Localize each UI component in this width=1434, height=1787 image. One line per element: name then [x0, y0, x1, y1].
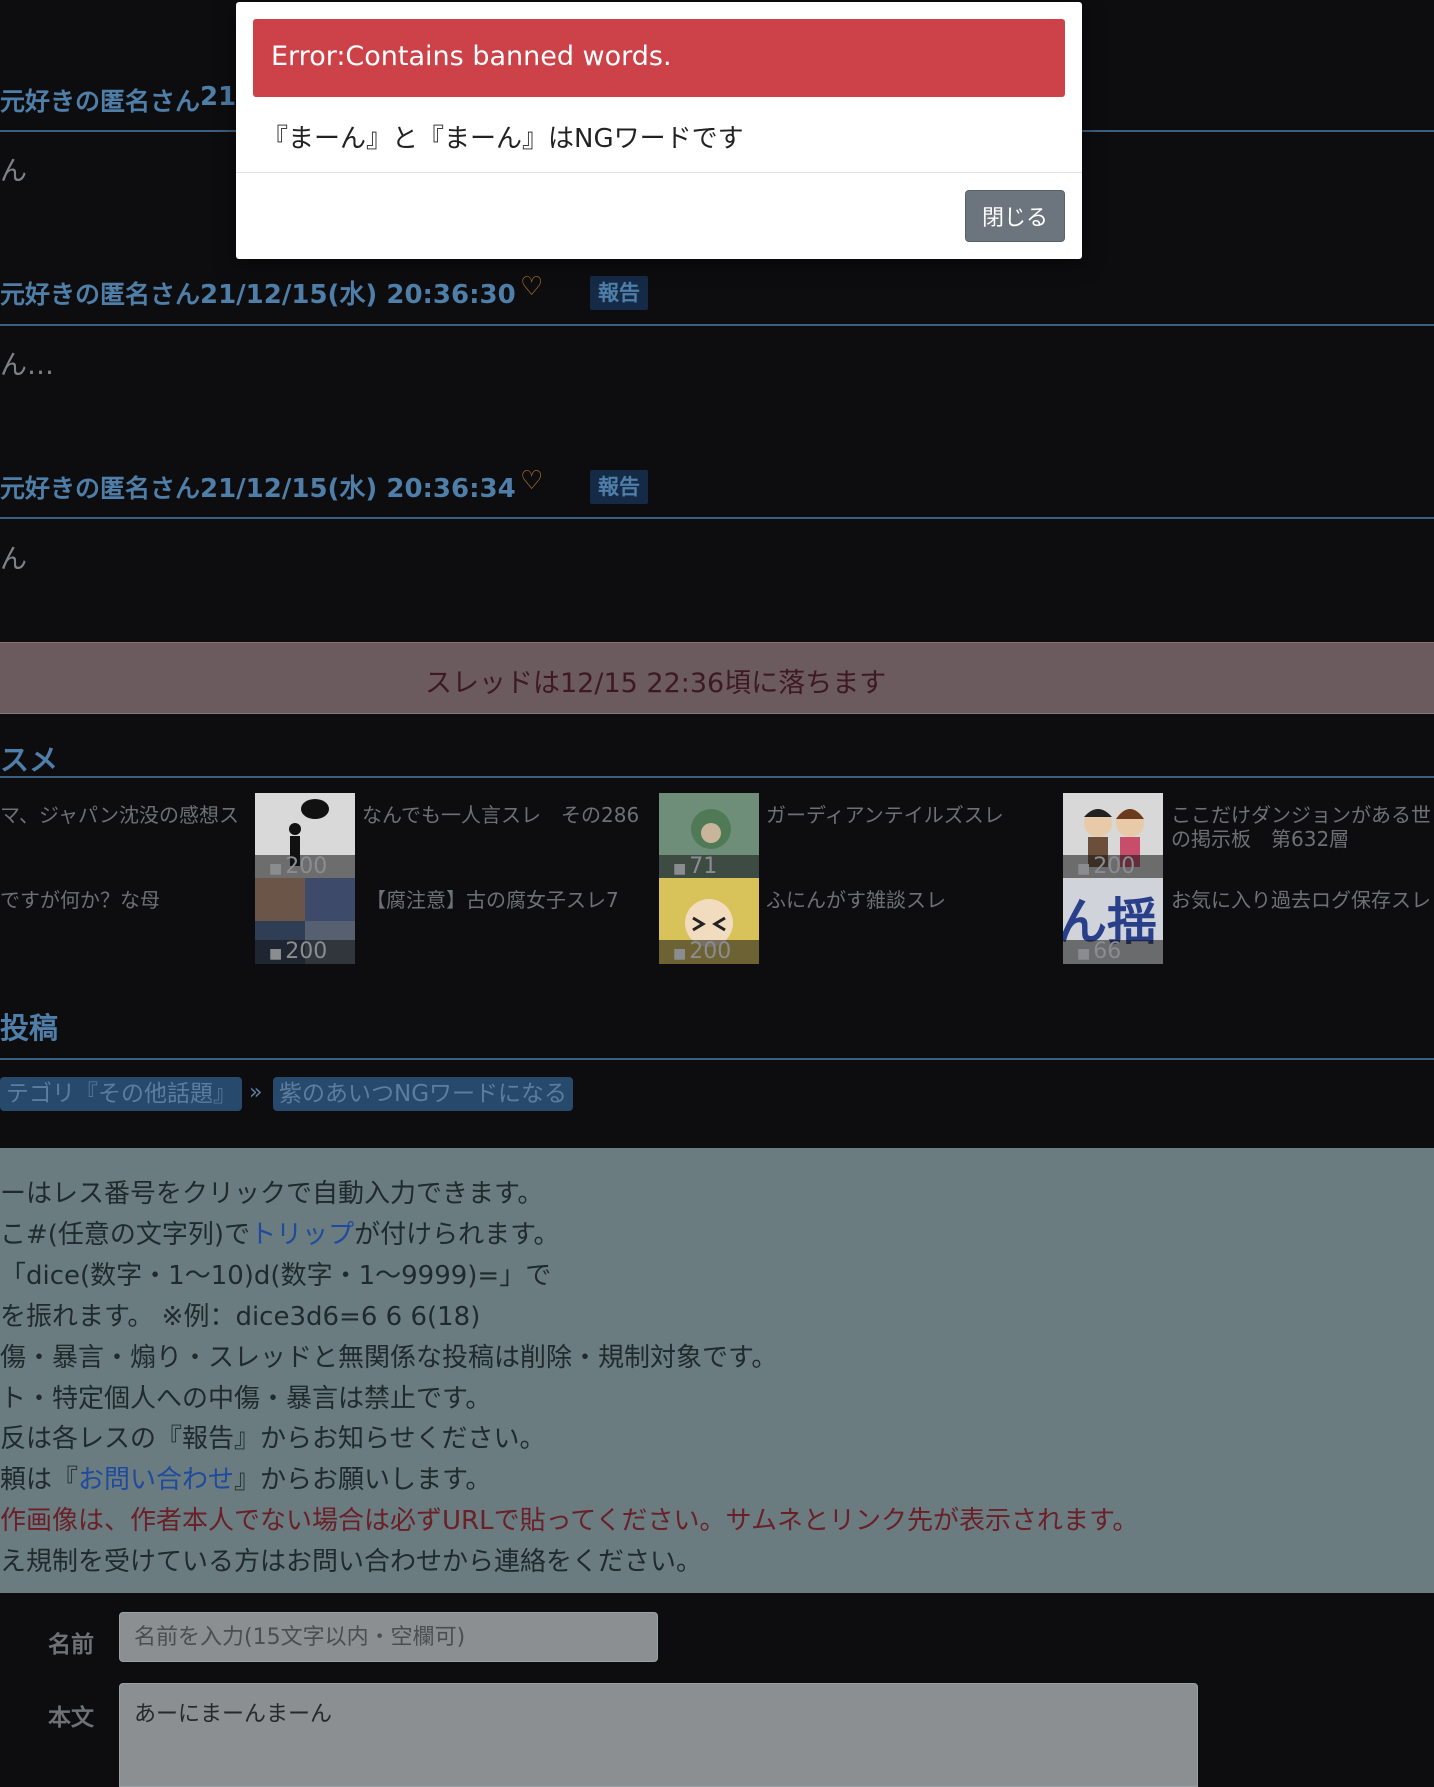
rule-line: ーはレス番号をクリックで自動入力できます。	[0, 1179, 544, 1209]
rule-line: 反は各レスの『報告』からお知らせください。	[0, 1424, 546, 1454]
comment-icon: ■	[1077, 946, 1091, 962]
posting-rules: ーはレス番号をクリックで自動入力できます。 こ#(任意の文字列)でトリップが付け…	[0, 1148, 1434, 1593]
rule-line: 傷・暴言・煽り・スレッドと無関係な投稿は削除・規制対象です。	[0, 1343, 778, 1373]
thread-thumbnail[interactable]: ■ 200	[659, 878, 759, 964]
recommend-item-title[interactable]: ふにんがす雑談スレ	[766, 884, 946, 913]
heart-icon[interactable]: ♡	[520, 466, 543, 496]
comment-icon: ■	[673, 946, 687, 962]
recommend-item-title[interactable]: ガーディアンテイルズスレ	[766, 799, 1004, 828]
recommend-item-title[interactable]: なんでも一人言スレ その286	[362, 799, 639, 828]
trip-link[interactable]: トリップ	[250, 1220, 354, 1250]
thread-thumbnail[interactable]: ■ 200	[255, 793, 355, 879]
heart-icon[interactable]: ♡	[520, 272, 543, 302]
comment-icon: ■	[673, 861, 687, 877]
report-button[interactable]: 報告	[590, 276, 648, 310]
post-header: 元好きの匿名さん 21/12/15(水) 20:36:30 ♡ 報告	[0, 260, 1434, 326]
recommend-item-title[interactable]: 【腐注意】古の腐女子スレ7	[366, 884, 619, 913]
thread-thumbnail[interactable]: ■ 200	[255, 878, 355, 964]
body-textarea[interactable]: あーにまーんまーん	[119, 1683, 1198, 1787]
error-message: 『まーん』と『まーん』はNGワードです	[262, 124, 744, 154]
contact-link[interactable]: お問い合わせ	[78, 1465, 234, 1495]
recommend-item-title[interactable]: ですが何か？な母	[0, 884, 160, 913]
rule-line: を振れます。 ※例：dice3d6=6 6 6(18)	[0, 1302, 481, 1332]
post-body: ん	[0, 544, 27, 575]
expire-notice: スレッドは12/15 22:36頃に落ちます	[0, 642, 1434, 714]
name-label: 名前	[48, 1632, 94, 1658]
error-alert: Error:Contains banned words.	[253, 19, 1065, 97]
error-alert-text: Error:Contains banned words.	[271, 41, 672, 72]
recommend-heading: スメ	[0, 743, 59, 777]
rule-line: 「dice(数字・1〜10)d(数字・1〜9999)=」で	[0, 1261, 552, 1291]
post-heading: 投稿	[0, 1011, 59, 1045]
reply-count: ■ 200	[255, 855, 355, 879]
breadcrumb-category[interactable]: テゴリ『その他話題』	[0, 1077, 242, 1111]
reply-count: ■ 200	[255, 940, 355, 964]
rule-line: 作画像は、作者本人でない場合は必ずURLで貼ってください。サムネとリンク先が表示…	[0, 1506, 1139, 1536]
thread-page: 元好きの匿名さん 21 ん 元好きの匿名さん 21/12/15(水) 20:36…	[0, 0, 1434, 1787]
body-label: 本文	[48, 1705, 94, 1731]
post-author[interactable]: 元好きの匿名さん	[0, 469, 200, 505]
recommend-item-title[interactable]: マ、ジャパン沈没の感想ス	[0, 799, 239, 828]
comment-icon: ■	[269, 861, 283, 877]
reply-count: ■ 71	[659, 855, 759, 879]
name-input[interactable]	[119, 1612, 658, 1662]
reply-count: ■ 200	[1063, 855, 1163, 879]
comment-icon: ■	[269, 946, 283, 962]
error-modal: Error:Contains banned words. 『まーん』と『まーん』…	[236, 2, 1082, 259]
post-author[interactable]: 元好きの匿名さん	[0, 82, 200, 118]
comment-icon: ■	[1077, 861, 1091, 877]
post-author[interactable]: 元好きの匿名さん	[0, 275, 200, 311]
rule-line: こ#(任意の文字列)でトリップが付けられます。	[0, 1220, 560, 1250]
thread-thumbnail[interactable]: ん揺 ■ 66	[1063, 878, 1163, 964]
reply-count: ■ 66	[1063, 940, 1163, 964]
modal-divider	[236, 172, 1082, 173]
section-divider	[0, 776, 1434, 778]
thread-thumbnail[interactable]: ■ 71	[659, 793, 759, 879]
post-body: ん…	[0, 350, 54, 381]
rule-line: ト・特定個人への中傷・暴言は禁止です。	[0, 1384, 492, 1414]
reply-count: ■ 200	[659, 940, 759, 964]
post-header: 元好きの匿名さん 21/12/15(水) 20:36:34 ♡ 報告	[0, 453, 1434, 519]
report-button[interactable]: 報告	[590, 470, 648, 504]
rule-line: え規制を受けている方はお問い合わせから連絡をください。	[0, 1547, 703, 1577]
post-date: 21/12/15(水) 20:36:34	[200, 474, 516, 504]
rule-line: 頼は『お問い合わせ』からお願いします。	[0, 1465, 492, 1495]
thread-thumbnail[interactable]: ■ 200	[1063, 793, 1163, 879]
close-button[interactable]: 閉じる	[965, 190, 1065, 242]
recommend-item-title-line2[interactable]: の掲示板 第632層	[1171, 823, 1349, 852]
post-date: 21	[200, 82, 237, 112]
expire-text: スレッドは12/15 22:36頃に落ちます	[425, 668, 887, 699]
breadcrumb-thread[interactable]: 紫のあいつNGワードになる	[273, 1077, 574, 1111]
post-body: ん	[0, 156, 27, 187]
recommend-item-title[interactable]: お気に入り過去ログ保存スレ	[1171, 884, 1431, 913]
post-date: 21/12/15(水) 20:36:30	[200, 280, 516, 310]
breadcrumb-separator: »	[249, 1080, 263, 1105]
section-divider	[0, 1058, 1434, 1060]
